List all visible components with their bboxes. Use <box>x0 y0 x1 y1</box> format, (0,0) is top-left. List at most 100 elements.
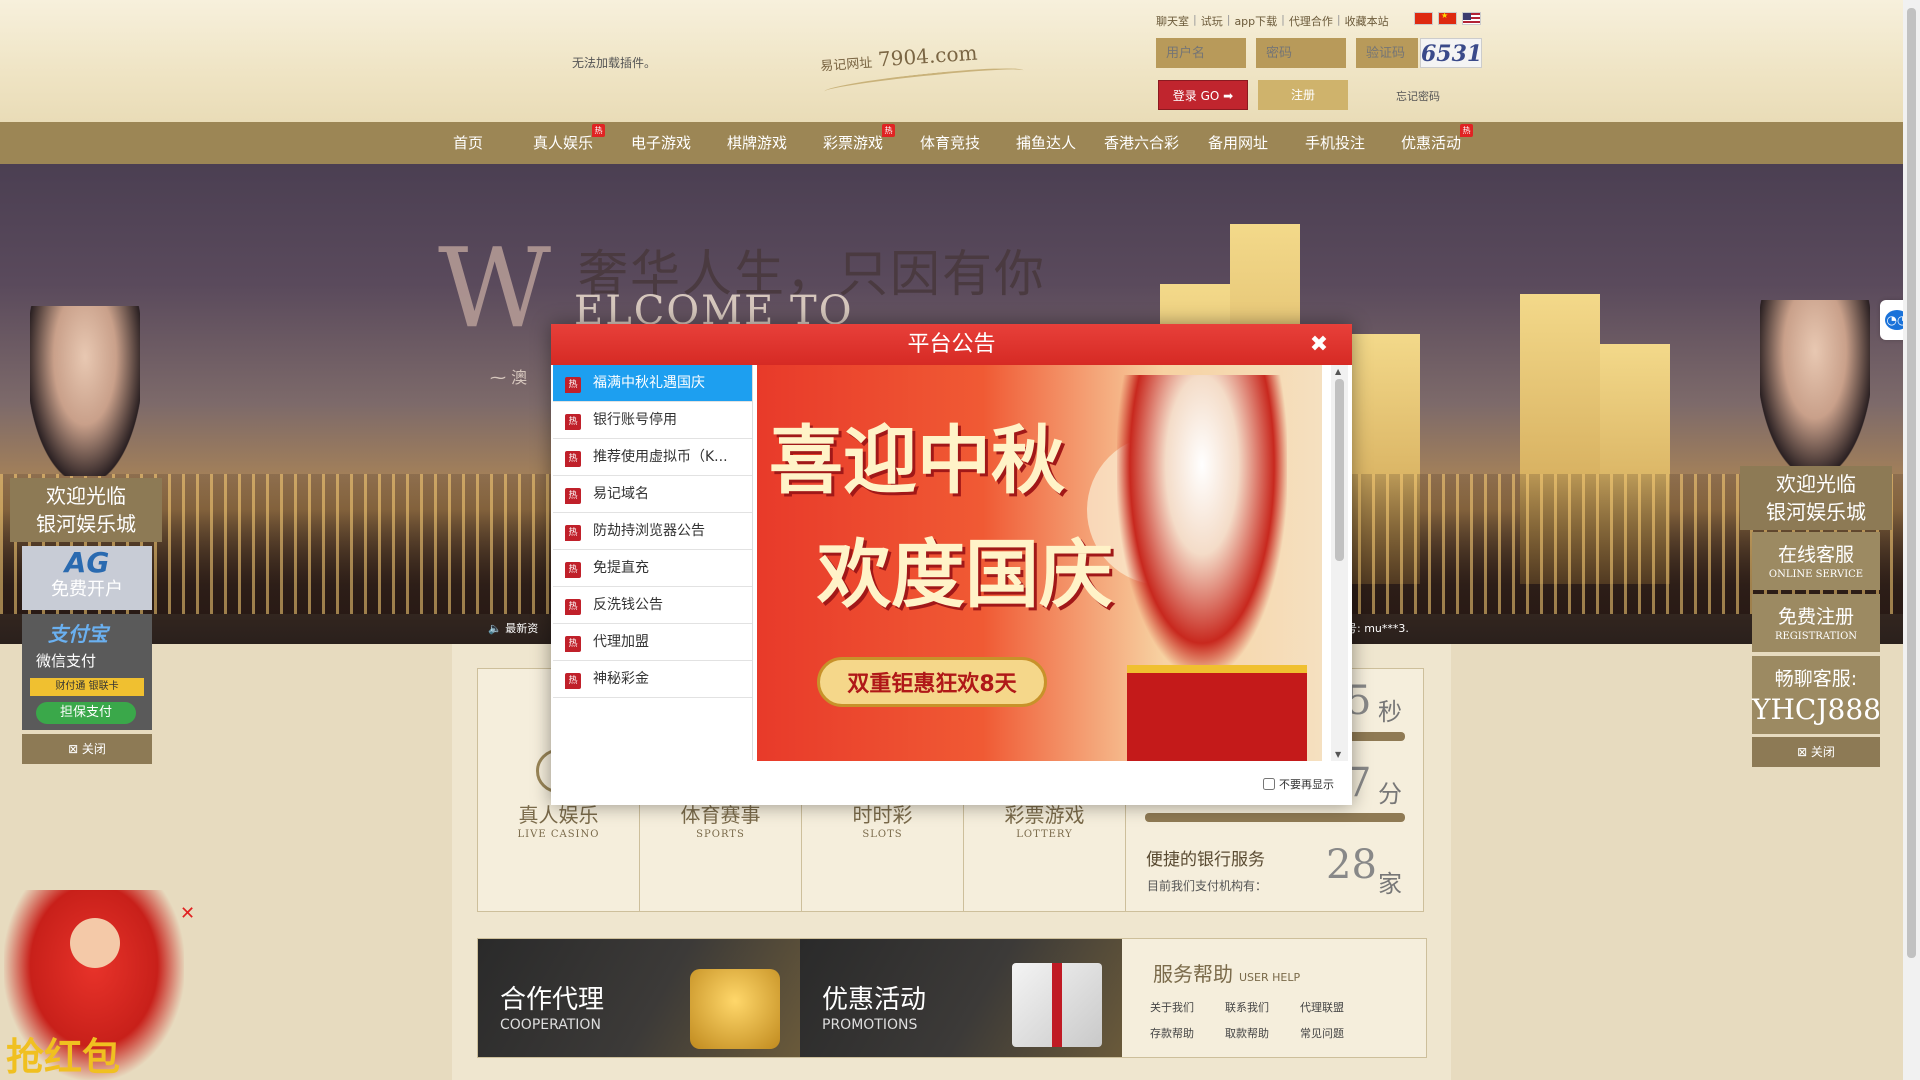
register-button[interactable]: 注册 <box>1258 80 1348 110</box>
nav-item-sports[interactable]: 体育竞技 <box>920 122 980 164</box>
promo-row: 合作代理 COOPERATION 优惠活动 PROMOTIONS <box>477 938 1427 1058</box>
announcement-modal: 平台公告 ✖ 热福满中秋礼遇国庆 热银行账号停用 热推荐使用虚拟币（K... 热… <box>551 324 1352 805</box>
page-scrollbar-thumb[interactable] <box>1907 8 1916 958</box>
notice-item[interactable]: 热易记域名 <box>553 476 752 513</box>
help-link-about[interactable]: 关于我们 <box>1150 999 1194 1015</box>
username-input[interactable] <box>1156 38 1246 68</box>
notice-item[interactable]: 热银行账号停用 <box>553 402 752 439</box>
deposit-time-unit: 秒 <box>1378 698 1402 726</box>
hot-tag-icon: 热 <box>565 636 581 652</box>
bank-service-title: 便捷的银行服务 <box>1146 850 1265 870</box>
gold-coins-image <box>690 969 780 1049</box>
top-link-agent[interactable]: 代理合作 <box>1289 13 1333 29</box>
nav-item-mobile-bet[interactable]: 手机投注 <box>1305 122 1365 164</box>
tenpay-unionpay-logo: 财付通 银联卡 <box>30 678 144 696</box>
hot-tag-icon: 热 <box>565 451 581 467</box>
help-title: 服务帮助 USER HELP <box>1153 962 1301 986</box>
left-welcome-box: 欢迎光临 银河娱乐城 <box>10 478 162 542</box>
mascot-close-icon[interactable]: ✕ <box>180 903 195 924</box>
notice-item[interactable]: 热防劫持浏览器公告 <box>553 513 752 550</box>
notice-list: 热福满中秋礼遇国庆 热银行账号停用 热推荐使用虚拟币（K... 热易记域名 热防… <box>553 365 753 760</box>
us-flag-icon[interactable] <box>1462 12 1481 25</box>
captcha-input[interactable] <box>1356 38 1418 68</box>
help-link-deposit[interactable]: 存款帮助 <box>1150 1025 1194 1041</box>
hot-tag-icon: 热 <box>565 525 581 541</box>
left-float-close-button[interactable]: ⊠ 关闭 <box>22 734 152 764</box>
hot-tag-icon: 热 <box>565 599 581 615</box>
payment-methods-card[interactable]: 支付宝 微信支付 财付通 银联卡 担保支付 <box>22 614 152 730</box>
logo-domain: 7904.com <box>877 40 979 72</box>
modal-scrollbar[interactable]: ▲ ▼ <box>1331 365 1348 761</box>
top-link-chatroom[interactable]: 聊天室 <box>1156 13 1189 29</box>
scroll-down-icon[interactable]: ▼ <box>1335 750 1341 759</box>
dont-show-checkbox[interactable] <box>1263 778 1275 790</box>
notice-image-headline-1: 喜迎中秋 <box>769 418 1065 504</box>
notice-item[interactable]: 热免提直充 <box>553 550 752 587</box>
scroll-up-icon[interactable]: ▲ <box>1335 367 1341 376</box>
notice-item[interactable]: 热福满中秋礼遇国庆 <box>553 365 752 402</box>
right-welcome-box: 欢迎光临 银河娱乐城 <box>1740 466 1892 530</box>
cn-flag-icon[interactable] <box>1438 11 1457 25</box>
grab-red-envelope-text[interactable]: 抢红包 <box>6 1026 120 1080</box>
bank-service-subtitle: 目前我们支付机构有： <box>1147 879 1268 893</box>
goddess-illustration <box>1117 375 1287 675</box>
nav-item-lottery[interactable]: 彩票游戏热 <box>823 122 896 164</box>
tiananmen-graphic <box>1127 665 1307 761</box>
header: 无法加载插件。 易记网址 7904.com 聊天室 | 试玩 | app下载 | 代理合… <box>0 0 1903 122</box>
right-float-close-button[interactable]: ⊠ 关闭 <box>1752 737 1880 767</box>
nav-item-mark-six[interactable]: 香港六合彩 <box>1104 122 1179 164</box>
nav-item-fishing[interactable]: 捕鱼达人 <box>1016 122 1076 164</box>
help-link-contact[interactable]: 联系我们 <box>1225 999 1269 1015</box>
plugin-error-message: 无法加载插件。 <box>572 56 657 70</box>
nav-item-card-games[interactable]: 棋牌游戏 <box>727 122 787 164</box>
withdraw-progress-bar <box>1145 813 1405 822</box>
nav-item-backup-url[interactable]: 备用网址 <box>1208 122 1268 164</box>
top-link-trial[interactable]: 试玩 <box>1201 13 1223 29</box>
chat-service-card[interactable]: 畅聊客服: YHCJ888 <box>1752 656 1881 734</box>
nav-item-promotions[interactable]: 优惠活动热 <box>1401 122 1474 164</box>
banner-w-letter: W <box>438 224 552 352</box>
top-link-bookmark[interactable]: 收藏本站 <box>1345 13 1389 29</box>
notice-image: 喜迎中秋 欢度国庆 双重钜惠狂欢8天 <box>757 365 1322 761</box>
page-scrollbar[interactable] <box>1903 0 1920 1080</box>
bank-count-value: 28 <box>1326 842 1377 888</box>
hk-flag-icon[interactable] <box>1414 12 1433 25</box>
notice-item[interactable]: 热代理加盟 <box>553 624 752 661</box>
alipay-logo: 支付宝 <box>48 622 108 646</box>
top-link-app-download[interactable]: app下载 <box>1234 13 1277 29</box>
modal-footer: 不要再显示 <box>551 761 1352 805</box>
notice-item[interactable]: 热神秘彩金 <box>553 661 752 698</box>
mascot-face <box>70 918 120 968</box>
notice-item[interactable]: 热推荐使用虚拟币（K... <box>553 439 752 476</box>
cooperation-banner[interactable]: 合作代理 COOPERATION <box>478 939 800 1057</box>
free-register-button[interactable]: 免费注册 REGISTRATION <box>1752 594 1880 652</box>
help-link-withdraw[interactable]: 取款帮助 <box>1225 1025 1269 1041</box>
nav-item-live-casino[interactable]: 真人娱乐热 <box>533 122 606 164</box>
modal-close-icon[interactable]: ✖ <box>1308 324 1330 365</box>
gift-box-image <box>1012 963 1102 1047</box>
ag-signup-card[interactable]: AG 免费开户 <box>22 546 152 610</box>
hot-badge: 热 <box>882 124 896 137</box>
hot-tag-icon: 热 <box>565 488 581 504</box>
help-link-agent[interactable]: 代理联盟 <box>1300 999 1344 1015</box>
online-service-button[interactable]: 在线客服 ONLINE SERVICE <box>1752 532 1880 590</box>
right-model-image <box>1760 300 1870 470</box>
winner-ticker: 号: mu***3. <box>1346 622 1409 635</box>
password-input[interactable] <box>1256 38 1346 68</box>
wechat-pay-logo: 微信支付 <box>36 652 97 670</box>
modal-scrollbar-thumb[interactable] <box>1335 379 1344 561</box>
promotions-banner[interactable]: 优惠活动 PROMOTIONS <box>800 939 1122 1057</box>
notice-item[interactable]: 热反洗钱公告 <box>553 587 752 624</box>
captcha-image[interactable]: 6531 <box>1420 38 1482 68</box>
notice-image-ribbon: 双重钜惠狂欢8天 <box>817 657 1047 707</box>
hot-badge: 热 <box>1460 124 1474 137</box>
login-button[interactable]: 登录 GO ➡ <box>1158 80 1248 110</box>
dont-show-again[interactable]: 不要再显示 <box>1263 776 1334 792</box>
news-ticker[interactable]: 🔈 最新资 <box>488 620 538 636</box>
notice-image-headline-2: 欢度国庆 <box>817 532 1113 618</box>
top-links: 聊天室 | 试玩 | app下载 | 代理合作 | 收藏本站 <box>1156 13 1389 29</box>
nav-item-slots[interactable]: 电子游戏 <box>631 122 691 164</box>
forgot-password-link[interactable]: 忘记密码 <box>1396 88 1440 104</box>
help-link-faq[interactable]: 常见问题 <box>1300 1025 1344 1041</box>
nav-item-home[interactable]: 首页 <box>453 122 483 164</box>
